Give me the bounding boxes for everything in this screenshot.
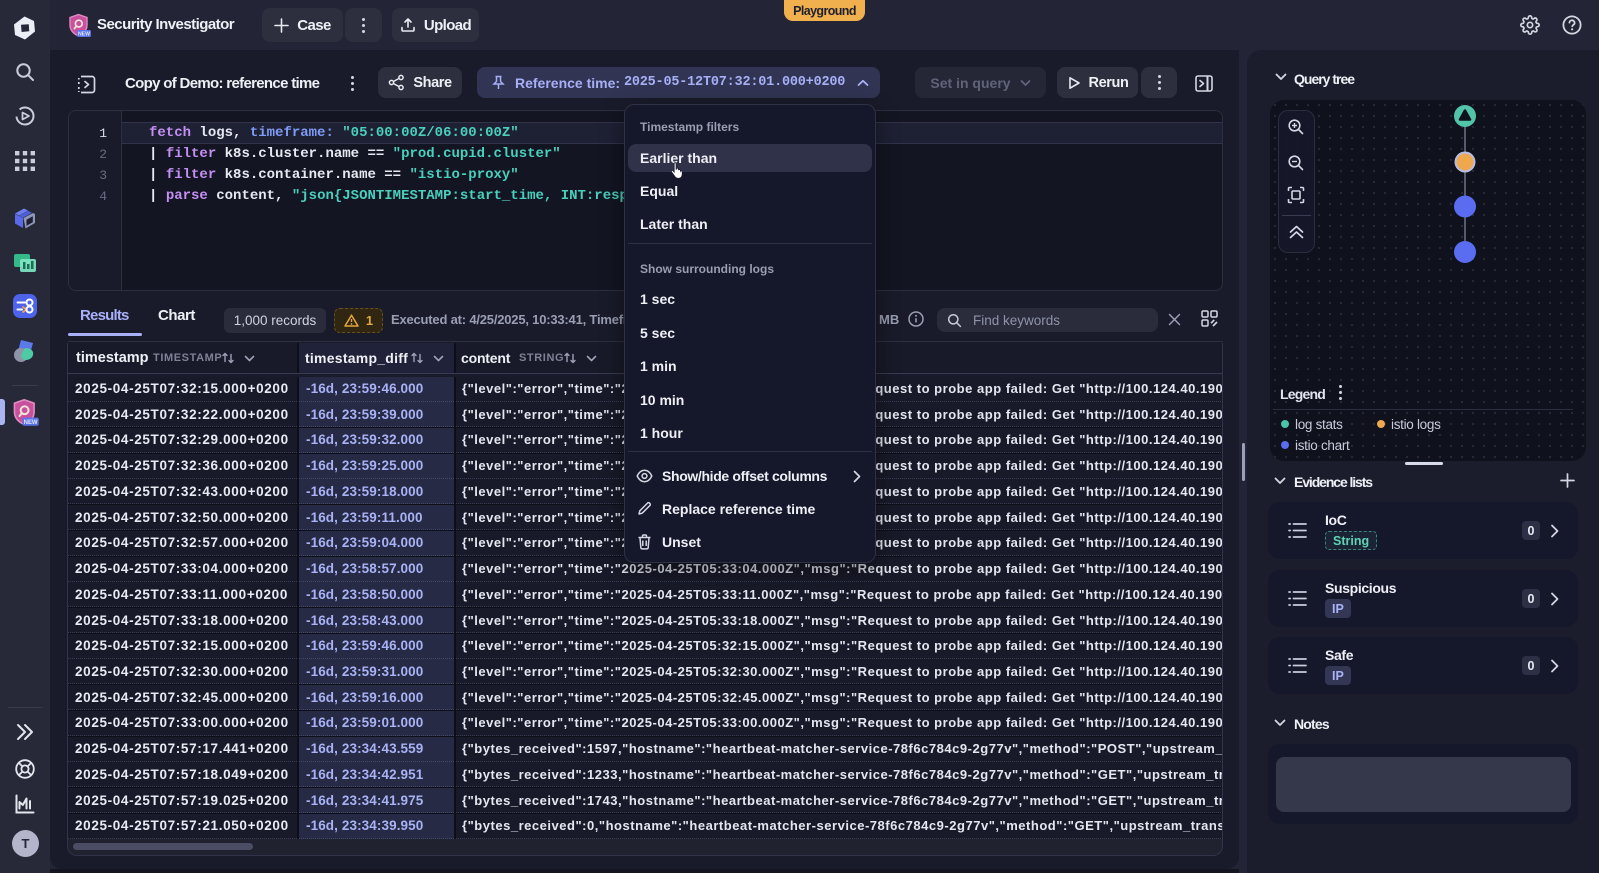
- svg-text:NEW: NEW: [78, 31, 90, 37]
- svg-text:NEW: NEW: [24, 420, 38, 426]
